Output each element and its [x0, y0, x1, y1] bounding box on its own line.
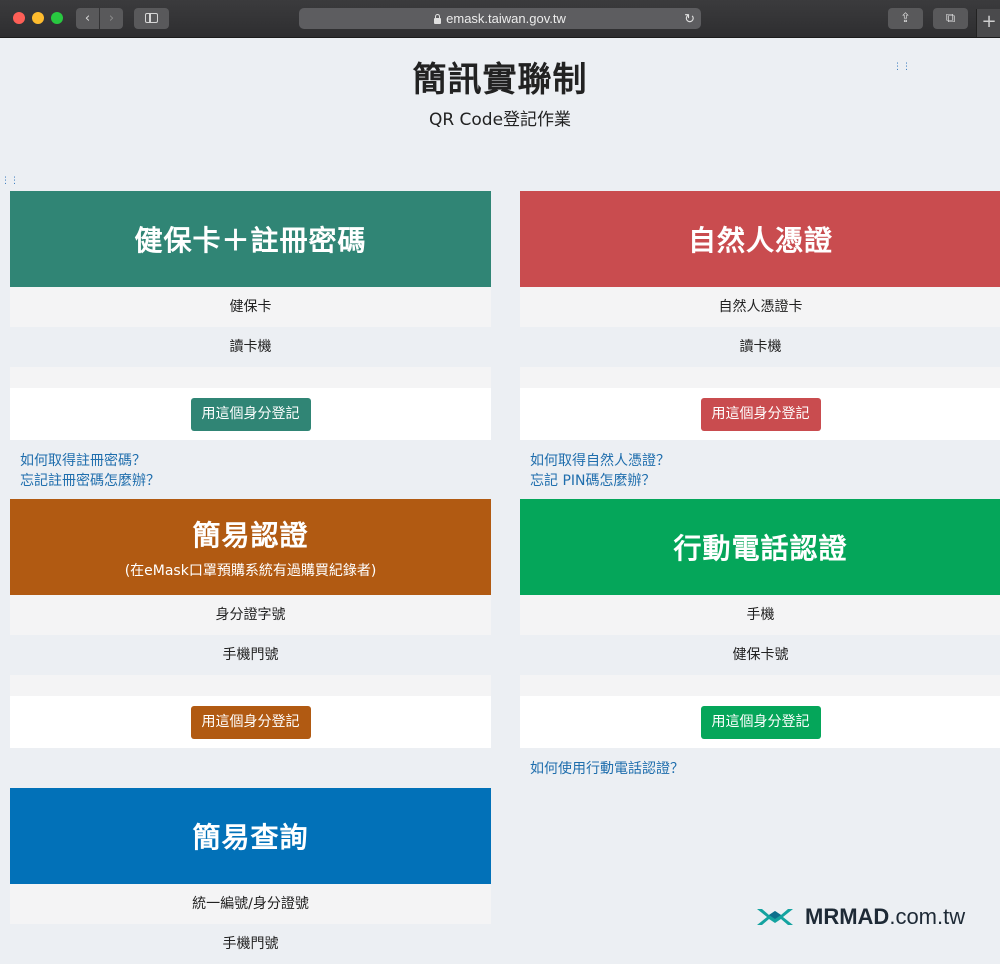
drag-handle-icon[interactable]: ⋮⋮: [1, 177, 19, 186]
help-link[interactable]: 如何使用行動電話認證？: [530, 759, 1000, 779]
help-link[interactable]: 忘記 PIN碼怎麼辦？: [530, 471, 1000, 491]
page-title: 簡訊實聯制: [412, 60, 588, 100]
card-title: 簡易認證: [192, 519, 309, 552]
forward-button[interactable]: ›: [100, 8, 123, 29]
card-health-insurance: 健保卡＋註冊密碼 健保卡 讀卡機 用這個身分登記 如何取得註冊密碼？ 忘記註冊密…: [10, 191, 491, 491]
help-links: 如何取得自然人憑證？ 忘記 PIN碼怎麼辦？: [520, 440, 1000, 491]
card-header: 行動電話認證: [520, 499, 1000, 595]
back-button[interactable]: ‹: [76, 8, 99, 29]
watermark: MRMAD.com.tw: [755, 902, 965, 932]
chevron-right-icon: ›: [108, 11, 115, 26]
card-citizen-certificate: 自然人憑證 自然人憑證卡 讀卡機 用這個身分登記 如何取得自然人憑證？ 忘記 P…: [520, 191, 1000, 491]
chevron-left-icon: ‹: [84, 11, 91, 26]
help-links: 如何使用行動電話認證？: [520, 748, 1000, 779]
help-links: 如何取得註冊密碼？ 忘記註冊密碼怎麼辦？: [10, 440, 491, 491]
close-window-button[interactable]: [13, 12, 25, 24]
card-title: 行動電話認證: [673, 532, 848, 565]
sidebar-icon: [145, 13, 158, 23]
mrmad-logo-icon: [757, 909, 793, 925]
plus-icon: +: [981, 11, 997, 32]
requirement-item: 手機: [520, 595, 1000, 635]
action-bar: 用這個身分登記: [520, 388, 1000, 440]
requirement-item: 自然人憑證卡: [520, 287, 1000, 327]
new-tab-button[interactable]: +: [976, 9, 1000, 37]
action-bar: 用這個身分登記: [520, 696, 1000, 748]
url-text: emask.taiwan.gov.tw: [446, 11, 566, 26]
requirement-item: 手機門號: [222, 936, 279, 952]
page-subtitle: QR Code登記作業: [428, 110, 572, 130]
requirement-item: 手機門號: [222, 647, 279, 663]
minimize-window-button[interactable]: [32, 12, 44, 24]
card-subtitle: (在eMask口罩預購系統有過購買紀錄者): [124, 563, 377, 579]
show-tabs-button[interactable]: ⧉: [933, 8, 968, 29]
help-link[interactable]: 如何取得自然人憑證？: [530, 451, 1000, 471]
requirement-item: 讀卡機: [739, 339, 782, 355]
help-link[interactable]: 忘記註冊密碼怎麼辦？: [20, 471, 491, 491]
card-header: 健保卡＋註冊密碼: [10, 191, 491, 287]
spacer-row: [10, 675, 491, 696]
requirement-item: 統一編號/身分證號: [10, 884, 491, 924]
share-button[interactable]: ⇪: [888, 8, 923, 29]
register-button[interactable]: 用這個身分登記: [700, 705, 821, 739]
help-link[interactable]: 如何取得註冊密碼？: [20, 451, 491, 471]
spacer-row: [520, 367, 1000, 388]
requirement-item: 健保卡: [10, 287, 491, 327]
requirement-item: 健保卡號: [732, 647, 789, 663]
sidebar-toggle-button[interactable]: [134, 8, 169, 29]
spacer-row: [10, 367, 491, 388]
spacer-row: [520, 675, 1000, 696]
share-icon: ⇪: [900, 11, 911, 26]
watermark-suffix: .com.tw: [889, 904, 966, 929]
card-header: 簡易認證 (在eMask口罩預購系統有過購買紀錄者): [10, 499, 491, 595]
watermark-text: MRMAD.com.tw: [805, 904, 965, 930]
address-bar[interactable]: emask.taiwan.gov.tw ↻: [299, 8, 701, 29]
card-simple-auth: 簡易認證 (在eMask口罩預購系統有過購買紀錄者) 身分證字號 手機門號 用這…: [10, 499, 491, 748]
card-header: 自然人憑證: [520, 191, 1000, 287]
action-bar: 用這個身分登記: [10, 388, 491, 440]
tabs-icon: ⧉: [945, 11, 956, 26]
card-title: 健保卡＋註冊密碼: [134, 224, 367, 257]
register-button[interactable]: 用這個身分登記: [700, 397, 821, 431]
register-button[interactable]: 用這個身分登記: [190, 397, 311, 431]
reload-icon[interactable]: ↻: [684, 8, 695, 29]
card-title: 自然人憑證: [687, 224, 833, 257]
card-title: 簡易查詢: [192, 821, 309, 854]
requirement-item: 讀卡機: [229, 339, 272, 355]
requirement-item: 身分證字號: [10, 595, 491, 635]
action-bar: 用這個身分登記: [10, 696, 491, 748]
lock-icon: [434, 14, 442, 24]
card-header: 簡易查詢: [10, 788, 491, 884]
drag-handle-icon[interactable]: ⋮⋮: [893, 63, 911, 72]
card-mobile-auth: 行動電話認證 手機 健保卡號 用這個身分登記 如何使用行動電話認證？: [520, 499, 1000, 779]
register-button[interactable]: 用這個身分登記: [190, 705, 311, 739]
watermark-brand: MRMAD: [805, 904, 890, 929]
zoom-window-button[interactable]: [51, 12, 63, 24]
card-simple-query: 簡易查詢 統一編號/身分證號 手機門號: [10, 788, 491, 964]
browser-toolbar: ‹ › emask.taiwan.gov.tw ↻ ⇪ ⧉ +: [0, 0, 1000, 38]
